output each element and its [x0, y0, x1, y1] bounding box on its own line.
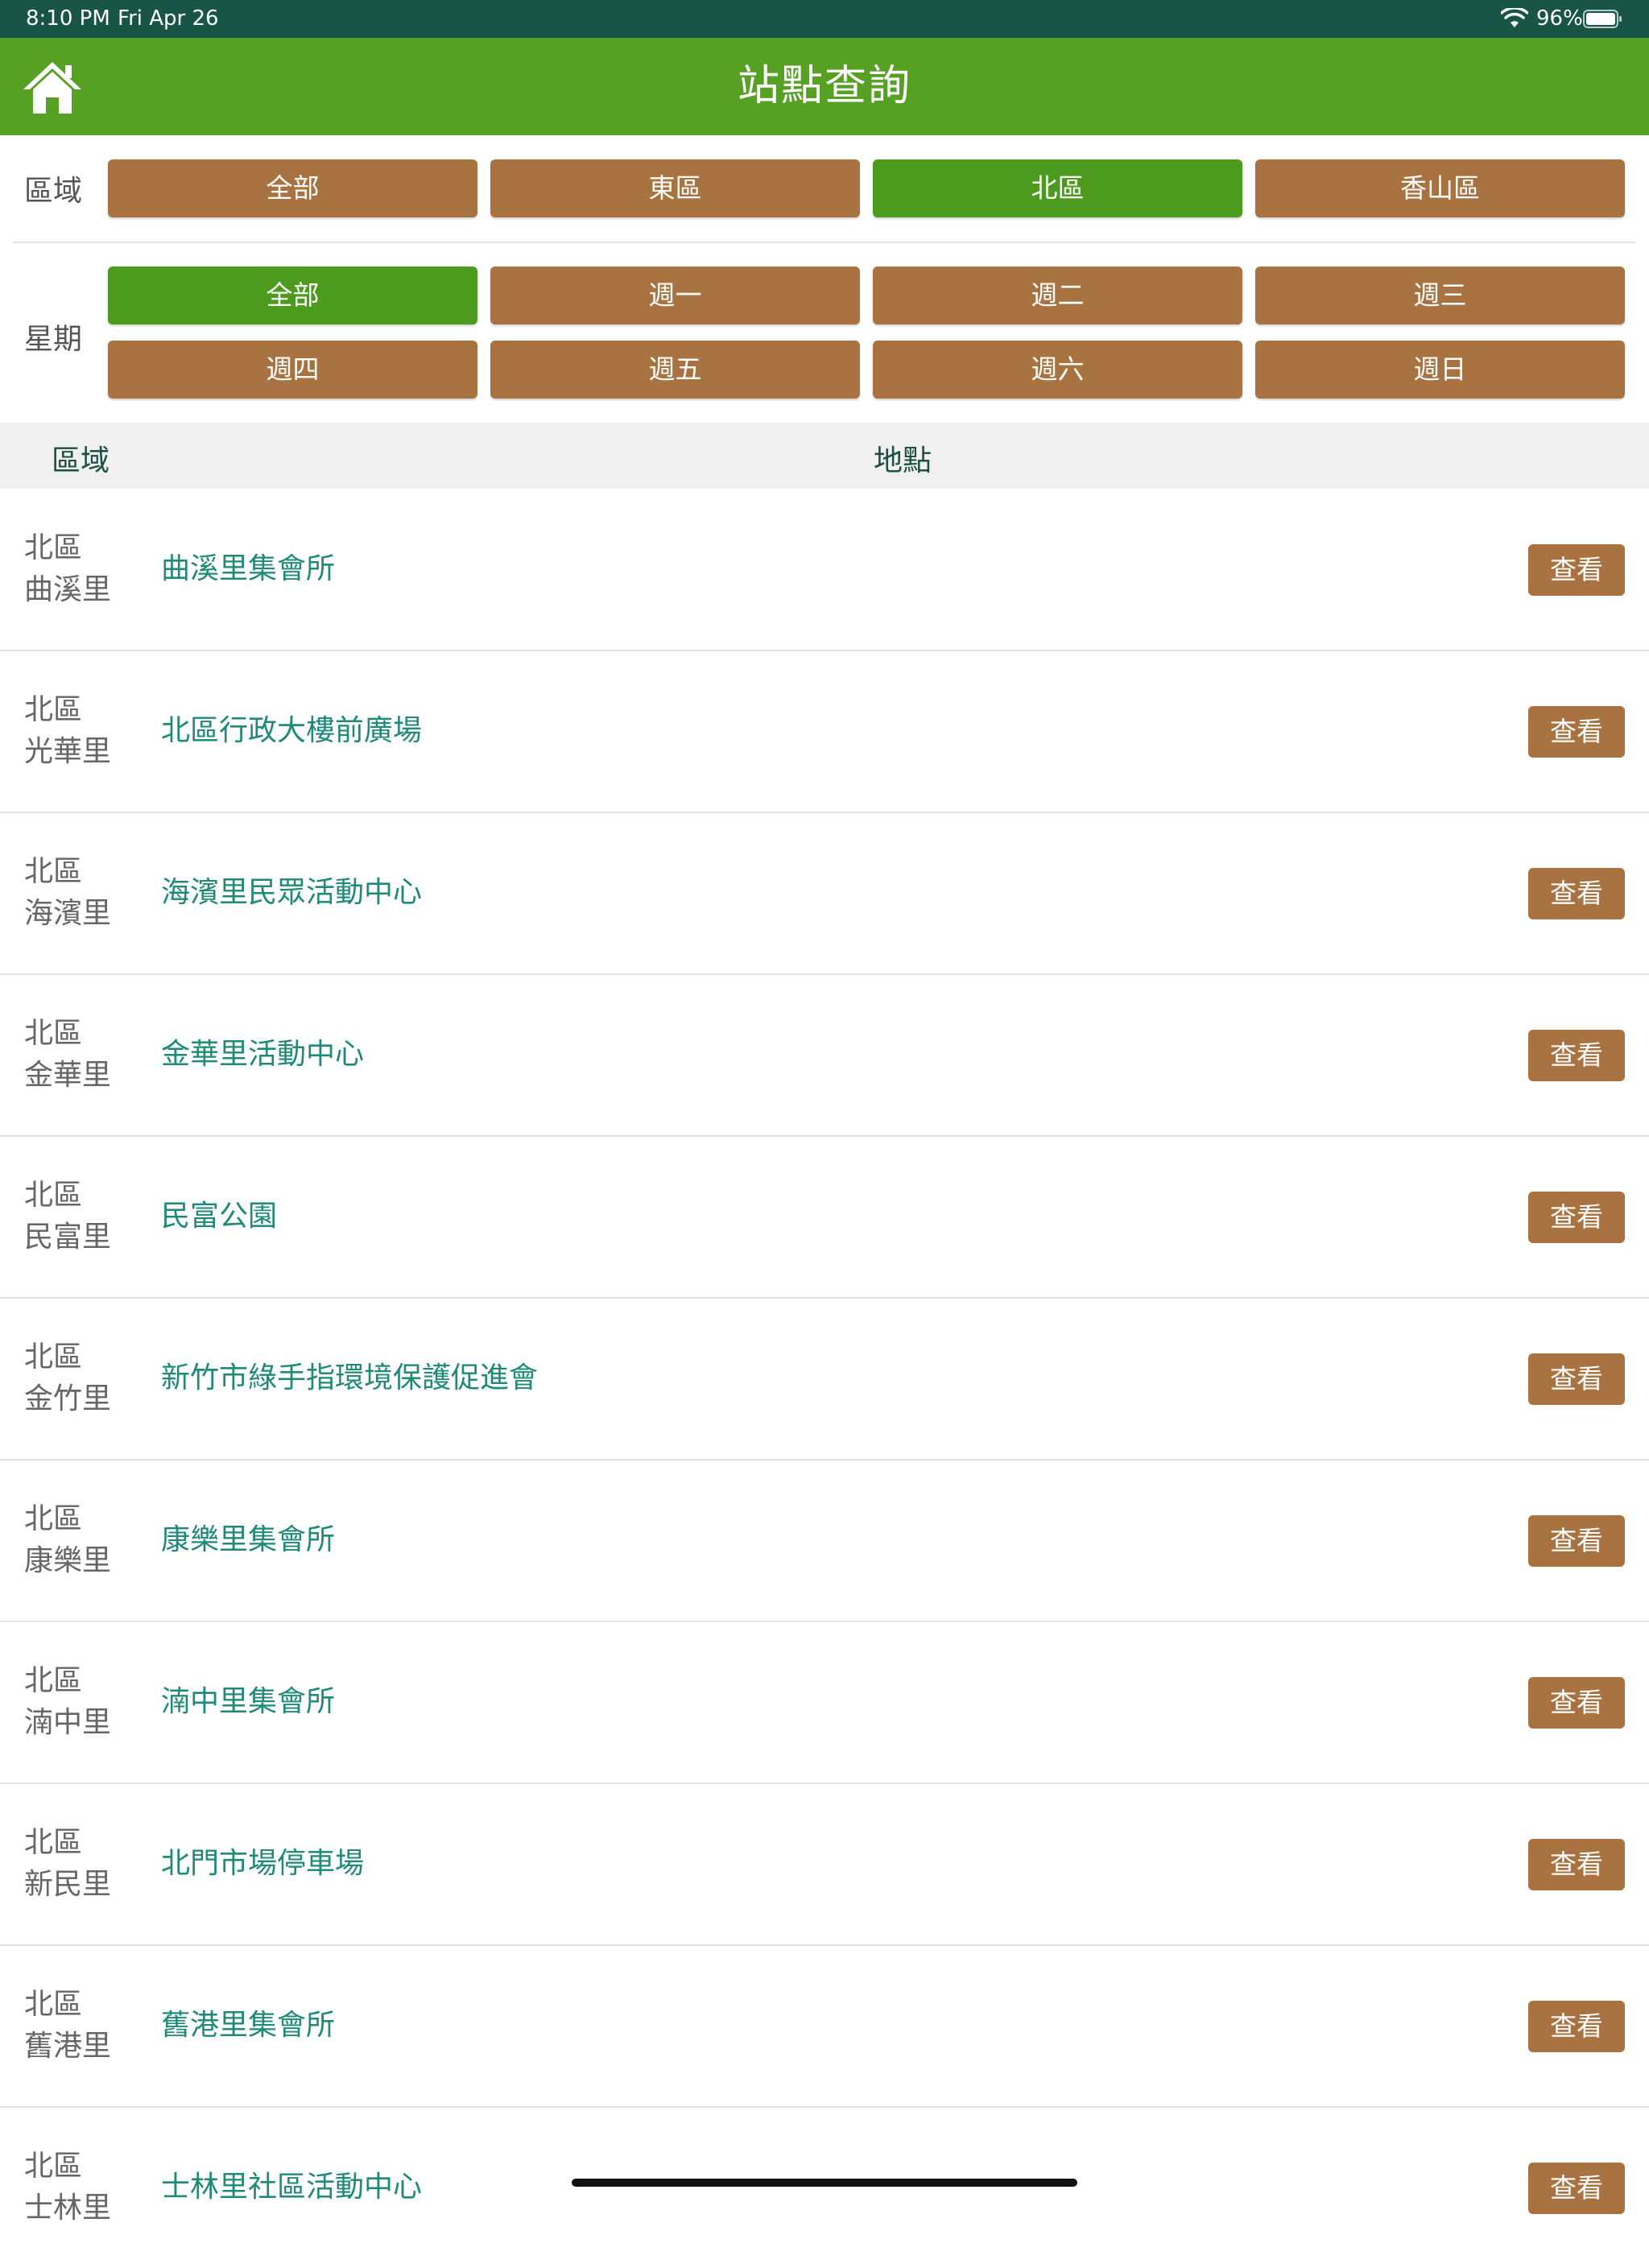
view-button[interactable]: 查看 [1528, 706, 1625, 758]
row-district: 北區 [24, 693, 83, 726]
row-district: 北區 [24, 1826, 83, 1859]
row-place[interactable]: 曲溪里集會所 [161, 543, 335, 595]
area-filter-label: 區域 [24, 175, 83, 208]
row-village: 舊港里 [24, 2030, 112, 2063]
battery-percent: 96% [1536, 6, 1583, 31]
weekday-tue-button[interactable]: 週二 [873, 266, 1242, 324]
filter-divider [13, 242, 1636, 243]
weekday-fri-button[interactable]: 週五 [490, 341, 860, 399]
area-east-button[interactable]: 東區 [490, 159, 860, 217]
wifi-icon [1501, 8, 1528, 27]
row-village: 曲溪里 [24, 573, 112, 606]
row-district: 北區 [24, 1179, 83, 1212]
view-button[interactable]: 查看 [1528, 2001, 1625, 2052]
row-place[interactable]: 民富公園 [161, 1191, 277, 1242]
view-button[interactable]: 查看 [1528, 868, 1625, 919]
row-district: 北區 [24, 1017, 83, 1050]
row-village: 民富里 [24, 1221, 112, 1254]
row-place[interactable]: 康樂里集會所 [161, 1514, 335, 1566]
home-indicator[interactable] [572, 2179, 1077, 2187]
row-place[interactable]: 金華里活動中心 [161, 1029, 364, 1080]
row-district: 北區 [24, 1341, 83, 1374]
weekday-sat-button[interactable]: 週六 [873, 341, 1242, 399]
view-button[interactable]: 查看 [1528, 1677, 1625, 1729]
row-place[interactable]: 北門市場停車場 [161, 1838, 364, 1890]
row-district: 北區 [24, 1664, 83, 1697]
table-row: 北區 湳中里 湳中里集會所 查看 [0, 1621, 1649, 1784]
area-all-button[interactable]: 全部 [108, 159, 477, 217]
row-village: 士林里 [24, 2192, 112, 2225]
view-button[interactable]: 查看 [1528, 1839, 1625, 1890]
row-village: 金竹里 [24, 1382, 112, 1415]
table-header: 區域 地點 [0, 423, 1649, 489]
row-village: 新民里 [24, 1868, 112, 1901]
row-district: 北區 [24, 1988, 83, 2021]
table-row: 北區 康樂里 康樂里集會所 查看 [0, 1460, 1649, 1622]
column-header-area: 區域 [52, 444, 110, 477]
table-row: 北區 金竹里 新竹市綠手指環境保護促進會 查看 [0, 1298, 1649, 1460]
row-village: 康樂里 [24, 1544, 112, 1577]
weekday-thu-button[interactable]: 週四 [108, 341, 477, 399]
table-row: 北區 民富里 民富公園 查看 [0, 1136, 1649, 1299]
status-bar: 8:10 PM Fri Apr 26 96% [0, 0, 1649, 38]
table-row: 北區 舊港里 舊港里集會所 查看 [0, 1945, 1649, 2108]
row-district: 北區 [24, 2150, 83, 2183]
table-row: 北區 新民里 北門市場停車場 查看 [0, 1783, 1649, 1946]
weekday-mon-button[interactable]: 週一 [490, 266, 860, 324]
view-button[interactable]: 查看 [1528, 544, 1625, 596]
row-place[interactable]: 士林里社區活動中心 [161, 2162, 422, 2213]
row-village: 湳中里 [24, 1706, 112, 1739]
view-button[interactable]: 查看 [1528, 1192, 1625, 1243]
row-village: 金華里 [24, 1059, 112, 1092]
row-village: 光華里 [24, 735, 112, 768]
weekday-filter-label: 星期 [24, 323, 83, 356]
area-north-button[interactable]: 北區 [873, 159, 1242, 217]
row-village: 海濱里 [24, 897, 112, 930]
battery-icon [1583, 10, 1622, 28]
row-place[interactable]: 新竹市綠手指環境保護促進會 [161, 1353, 538, 1404]
view-button[interactable]: 查看 [1528, 2163, 1625, 2214]
status-date: Fri Apr 26 [118, 6, 219, 31]
row-place[interactable]: 湳中里集會所 [161, 1676, 335, 1728]
status-time: 8:10 PM [26, 6, 110, 31]
table-row: 北區 曲溪里 曲溪里集會所 查看 [0, 489, 1649, 651]
area-xiangshan-button[interactable]: 香山區 [1255, 159, 1625, 217]
weekday-sun-button[interactable]: 週日 [1255, 341, 1625, 399]
column-header-place: 地點 [874, 444, 932, 477]
page-title: 站點查詢 [737, 62, 911, 110]
row-district: 北區 [24, 531, 83, 564]
nav-bar: 站點查詢 [0, 38, 1649, 135]
weekday-wed-button[interactable]: 週三 [1255, 266, 1625, 324]
row-district: 北區 [24, 1502, 83, 1535]
row-place[interactable]: 海濱里民眾活動中心 [161, 867, 422, 919]
row-place[interactable]: 舊港里集會所 [161, 2000, 335, 2051]
weekday-all-button[interactable]: 全部 [108, 266, 477, 324]
table-row: 北區 海濱里 海濱里民眾活動中心 查看 [0, 812, 1649, 975]
table-row: 北區 士林里 士林里社區活動中心 查看 [0, 2107, 1649, 2268]
view-button[interactable]: 查看 [1528, 1515, 1625, 1567]
row-place[interactable]: 北區行政大樓前廣場 [161, 705, 422, 757]
row-district: 北區 [24, 855, 83, 888]
table-row: 北區 金華里 金華里活動中心 查看 [0, 974, 1649, 1137]
table-row: 北區 光華里 北區行政大樓前廣場 查看 [0, 651, 1649, 813]
view-button[interactable]: 查看 [1528, 1353, 1625, 1405]
view-button[interactable]: 查看 [1528, 1030, 1625, 1081]
